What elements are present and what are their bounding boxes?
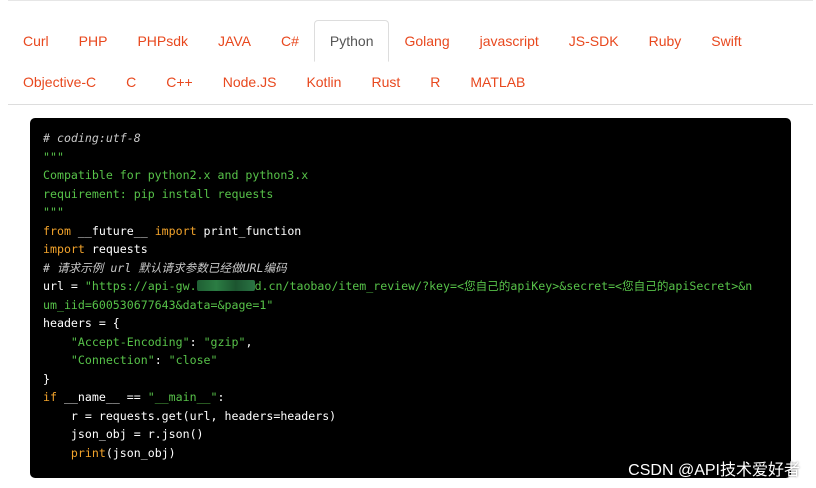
tab-rust[interactable]: Rust xyxy=(356,62,415,102)
keyword: import xyxy=(43,242,85,256)
keyword: from xyxy=(43,223,71,238)
code-text: : xyxy=(189,334,204,349)
docstring-quote: """ xyxy=(43,149,64,164)
docstring-text: Compatible for python2.x and python3.x xyxy=(43,168,309,182)
code-text: : xyxy=(154,353,169,367)
code-text: __name__ == xyxy=(56,390,148,404)
tab-matlab[interactable]: MATLAB xyxy=(455,62,540,102)
code-text: } xyxy=(43,371,50,386)
redacted-blur xyxy=(196,280,255,291)
tab-r[interactable]: R xyxy=(415,62,455,102)
tab-phpsdk[interactable]: PHPsdk xyxy=(122,21,203,61)
tab-nodejs[interactable]: Node.JS xyxy=(208,62,292,102)
string-literal: "__main__" xyxy=(147,390,218,404)
code-block[interactable]: # coding:utf-8 """ Compatible for python… xyxy=(30,118,791,478)
code-text: print_function xyxy=(196,223,302,238)
keyword: import xyxy=(154,223,197,238)
tab-row-1: Curl PHP PHPsdk JAVA C# Python Golang ja… xyxy=(8,20,757,62)
tab-java[interactable]: JAVA xyxy=(203,21,266,61)
code-line: headers = { xyxy=(43,314,791,333)
code-line: requirement: pip install requests xyxy=(43,185,791,204)
dict-key: "Accept-Encoding" xyxy=(70,334,190,349)
language-tabs: Curl PHP PHPsdk JAVA C# Python Golang ja… xyxy=(8,20,813,105)
code-line: if __name__ == "__main__": xyxy=(43,388,791,407)
tab-c[interactable]: C xyxy=(111,62,151,102)
tab-objective-c[interactable]: Objective-C xyxy=(8,62,111,102)
tab-swift[interactable]: Swift xyxy=(696,21,756,61)
tab-js-sdk[interactable]: JS-SDK xyxy=(554,21,634,61)
code-text: , xyxy=(245,334,253,349)
code-line: import requests xyxy=(43,240,791,259)
code-comment: # coding:utf-8 xyxy=(43,131,141,145)
tab-php[interactable]: PHP xyxy=(64,21,123,61)
docstring-quote: """ xyxy=(43,205,64,219)
watermark: CSDN @API技术爱好者 xyxy=(628,462,800,479)
code-text: : xyxy=(217,390,225,404)
url-string: d.cn/taobao/item_review/?key=<您自己的apiKey… xyxy=(254,279,753,293)
tab-javascript[interactable]: javascript xyxy=(465,21,554,61)
code-comment: # 请求示例 url 默认请求参数已经做URL编码 xyxy=(43,260,287,275)
tab-cpp[interactable]: C++ xyxy=(151,62,207,102)
code-line: "Connection": "close" xyxy=(43,351,791,370)
tab-ruby[interactable]: Ruby xyxy=(634,21,697,61)
keyword: print xyxy=(70,445,106,460)
code-text: headers = { xyxy=(43,316,120,330)
tab-python[interactable]: Python xyxy=(313,20,390,62)
code-text: json_obj = r.json() xyxy=(43,427,204,441)
code-text: __future__ xyxy=(70,223,155,238)
code-line: Compatible for python2.x and python3.x xyxy=(43,166,791,185)
code-line: "Accept-Encoding": "gzip", xyxy=(43,333,791,352)
code-text: requests xyxy=(84,242,148,256)
code-line: """ xyxy=(43,203,791,222)
tab-row-2: Objective-C C C++ Node.JS Kotlin Rust R … xyxy=(8,62,540,102)
url-string: um_iid=600530677643&data=&page=1" xyxy=(43,297,274,312)
keyword: if xyxy=(43,390,57,404)
code-line: # coding:utf-8 xyxy=(43,129,791,148)
code-text: url = xyxy=(43,279,85,293)
tab-csharp[interactable]: C# xyxy=(266,21,314,61)
top-divider xyxy=(8,0,813,1)
code-text: r = requests.get(url, headers=headers) xyxy=(43,408,337,423)
code-line: json_obj = r.json() xyxy=(43,425,791,444)
code-line: } xyxy=(43,370,791,389)
url-string: "https://api-gw. xyxy=(84,279,197,293)
dict-value: "gzip" xyxy=(203,334,246,349)
code-line: # 请求示例 url 默认请求参数已经做URL编码 xyxy=(43,259,791,278)
tab-curl[interactable]: Curl xyxy=(8,21,64,61)
dict-value: "close" xyxy=(168,353,218,367)
code-line: """ xyxy=(43,148,791,167)
code-line: um_iid=600530677643&data=&page=1" xyxy=(43,296,791,315)
dict-key: "Connection" xyxy=(70,353,155,367)
tab-kotlin[interactable]: Kotlin xyxy=(291,62,356,102)
code-line: from __future__ import print_function xyxy=(43,222,791,241)
tab-golang[interactable]: Golang xyxy=(389,21,464,61)
code-line: r = requests.get(url, headers=headers) xyxy=(43,407,791,426)
code-text: (json_obj) xyxy=(105,445,176,460)
docstring-text: requirement: pip install requests xyxy=(43,186,274,201)
code-line: url = "https://api-gw. d.cn/taobao/item_r… xyxy=(43,277,791,296)
